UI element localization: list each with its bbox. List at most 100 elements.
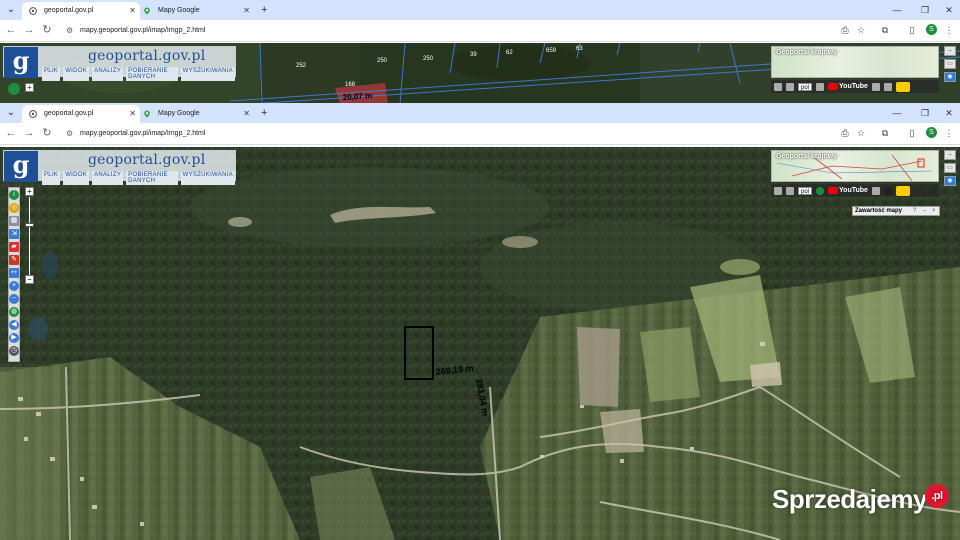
profile-avatar[interactable]: S [926,127,937,138]
map-viewport-top[interactable]: 252 250 250 39 62 659 63 168 20,07 m g g… [0,43,960,104]
info-tool-icon[interactable] [8,83,20,95]
tab-geoportal[interactable]: geoportal.gov.pl ✕ [22,105,140,123]
back-arrow-icon[interactable]: ← [4,23,18,37]
minimize-icon[interactable]: — [890,2,904,18]
geoportal-logo[interactable]: g [4,47,38,78]
help-icon[interactable] [816,186,825,195]
back-arrow-icon[interactable]: ← [4,126,18,140]
menu-kebab-icon[interactable]: ⋮ [942,126,956,140]
address-bar[interactable]: ⚙ mapy.geoportal.gov.pl/imap/Imgp_2.html [60,125,868,143]
overview-eye-icon[interactable]: ◉ [944,176,956,186]
address-bar[interactable]: ⚙ mapy.geoportal.gov.pl/imap/Imgp_2.html [60,22,868,40]
aerial-map-main[interactable]: 269,19 m 393,04 m [0,147,960,540]
extensions-puzzle-icon[interactable]: ⧉ [878,126,892,140]
zoom-handle[interactable] [25,223,34,227]
map-viewport-main[interactable]: 269,19 m 393,04 m g geoportal.gov.pl PLI… [0,147,960,540]
site-settings-icon[interactable]: ⚙ [66,26,76,36]
settings-icon[interactable] [871,82,880,91]
tab-google-maps[interactable]: Mapy Google ✕ [136,105,254,123]
plus-icon[interactable] [883,82,892,91]
new-tab-plus-icon[interactable]: + [261,105,267,121]
overview-expand-icon[interactable]: ▭ [944,163,956,173]
menu-analizy[interactable]: ANALIZY [92,171,124,185]
forward-arrow-icon[interactable]: → [22,126,36,140]
close-panel-button[interactable]: × [932,207,936,215]
forward-tool-icon[interactable]: ▶ [9,333,19,343]
print-icon[interactable] [774,186,782,195]
eye-icon[interactable] [895,81,910,92]
measure-tool-icon[interactable]: ⇿ [9,268,19,278]
tab-close-icon[interactable]: ✕ [129,105,136,123]
bookmark-star-icon[interactable]: ☆ [854,126,868,140]
side-panel-icon[interactable]: ▯ [905,126,919,140]
restore-icon[interactable]: ❐ [918,105,932,121]
zoom-in-tool-icon[interactable]: + [9,281,19,291]
menu-analizy[interactable]: ANALIZY [92,67,124,81]
tab-close-icon[interactable]: ✕ [243,2,250,20]
tab-close-icon[interactable]: ✕ [129,2,136,20]
grid-tool-icon[interactable]: ▦ [9,216,19,226]
menu-wyszukiwania[interactable]: WYSZUKIWANIA [180,171,235,185]
print-icon[interactable] [774,82,782,91]
menu-wyszukiwania[interactable]: WYSZUKIWANIA [180,67,235,81]
settings-icon[interactable] [871,186,880,195]
overview-map[interactable]: Geoportal krajowy [771,150,939,182]
menu-pobieranie[interactable]: POBIERANIE DANYCH [126,171,178,185]
menu-widok[interactable]: WIDOK [63,67,90,81]
install-app-icon[interactable]: ⎙ [838,23,852,37]
overview-minimize-icon[interactable]: – [944,150,956,160]
close-window-icon[interactable]: ✕ [942,2,956,18]
tab-google-maps[interactable]: Mapy Google ✕ [136,2,254,20]
profile-avatar[interactable]: S [926,24,937,35]
save-icon[interactable] [786,82,794,91]
map-contents-panel[interactable]: Zawartość mapy ? – × [852,206,940,216]
help-icon[interactable] [816,82,825,91]
zoom-out-button[interactable]: − [25,275,34,284]
close-window-icon[interactable]: ✕ [942,105,956,121]
reload-icon[interactable]: ↻ [40,126,54,140]
help-button[interactable]: ? [913,207,916,215]
back-tool-icon[interactable]: ◀ [9,320,19,330]
site-settings-icon[interactable]: ⚙ [66,129,76,139]
new-tab-plus-icon[interactable]: + [261,2,267,18]
tab-search-chevron-icon[interactable]: ⌄ [4,106,18,120]
install-app-icon[interactable]: ⎙ [838,126,852,140]
menu-plik[interactable]: PLIK [42,171,61,185]
menu-kebab-icon[interactable]: ⋮ [942,23,956,37]
plus-icon[interactable] [883,186,892,195]
info-tool-icon[interactable]: i [9,190,19,200]
restore-icon[interactable]: ❐ [918,2,932,18]
clock-tool-icon[interactable]: ◷ [9,346,19,356]
export-tool-icon[interactable]: ⇲ [9,229,19,239]
globe-tool-icon[interactable]: ◍ [9,307,19,317]
forward-arrow-icon[interactable]: → [22,23,36,37]
youtube-link[interactable]: YouTube [828,83,868,90]
zoom-in-button[interactable]: + [25,187,34,196]
eye-icon[interactable] [895,185,910,196]
reload-icon[interactable]: ↻ [40,23,54,37]
overview-minimize-icon[interactable]: – [944,46,956,56]
geoportal-logo[interactable]: g [4,151,38,182]
zoom-out-tool-icon[interactable]: − [9,294,19,304]
side-panel-icon[interactable]: ▯ [905,23,919,37]
overview-map[interactable]: Geoportal krajowy [771,46,939,78]
pencil-tool-icon[interactable]: ✎ [9,255,19,265]
tab-search-chevron-icon[interactable]: ⌄ [4,3,18,17]
minimize-icon[interactable]: — [890,105,904,121]
tab-close-icon[interactable]: ✕ [243,105,250,123]
layers-tool-icon[interactable]: ◎ [9,203,19,213]
save-icon[interactable] [786,186,794,195]
menu-pobieranie[interactable]: POBIERANIE DANYCH [126,67,178,81]
zoom-slider[interactable]: + − [25,187,34,285]
overview-eye-icon[interactable]: ◉ [944,72,956,82]
menu-plik[interactable]: PLIK [42,67,61,81]
extensions-puzzle-icon[interactable]: ⧉ [878,23,892,37]
bookmark-star-icon[interactable]: ☆ [854,23,868,37]
tab-geoportal[interactable]: geoportal.gov.pl ✕ [22,2,140,20]
language-select[interactable]: pol [798,82,813,91]
minimize-panel-button[interactable]: – [923,207,926,215]
menu-widok[interactable]: WIDOK [63,171,90,185]
erase-tool-icon[interactable]: ▰ [9,242,19,252]
language-select[interactable]: pol [798,186,813,195]
youtube-link[interactable]: YouTube [828,187,868,194]
